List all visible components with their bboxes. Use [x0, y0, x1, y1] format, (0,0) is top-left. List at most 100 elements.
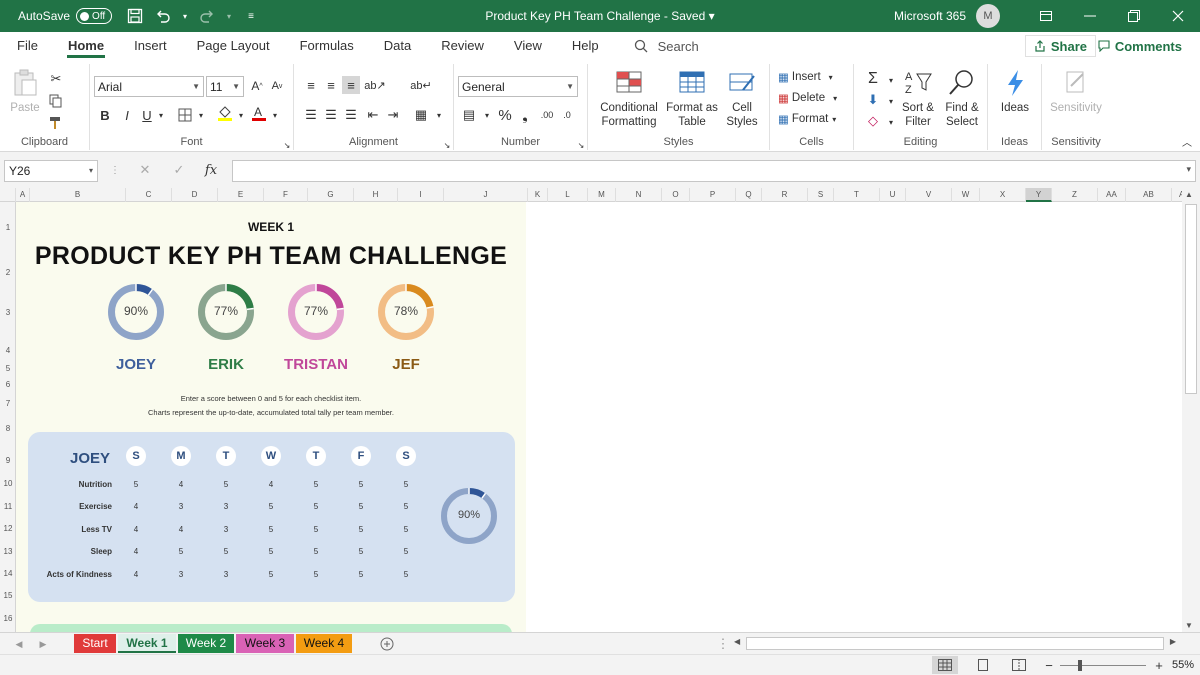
column-header-k[interactable]: K	[528, 188, 548, 202]
orientation-icon[interactable]: ab↗	[364, 76, 385, 94]
worksheet-grid[interactable]: WEEK 1 PRODUCT KEY PH TEAM CHALLENGE 90%…	[16, 202, 1182, 632]
zoom-level[interactable]: 55%	[1172, 659, 1194, 671]
score-cell[interactable]: 4	[126, 502, 146, 511]
row-header-16[interactable]: 16	[0, 614, 16, 623]
prev-sheet-icon[interactable]: ◀	[10, 635, 28, 653]
column-header-i[interactable]: I	[398, 188, 444, 202]
merge-center-icon[interactable]: ▦	[412, 106, 430, 124]
add-sheet-icon[interactable]	[378, 635, 396, 653]
format-as-table-button[interactable]: Format as Table	[664, 68, 720, 129]
font-color-dropdown-icon[interactable]: ▾	[266, 106, 284, 124]
tab-data[interactable]: Data	[369, 32, 426, 60]
score-cell[interactable]: 3	[171, 502, 191, 511]
h-scroll-thumb[interactable]	[746, 637, 1164, 650]
score-cell[interactable]: 5	[261, 547, 281, 556]
row-header-3[interactable]: 3	[0, 308, 16, 317]
save-icon[interactable]	[124, 5, 146, 27]
merge-dropdown-icon[interactable]: ▾	[430, 106, 448, 124]
select-all-corner[interactable]	[0, 188, 16, 202]
accounting-dropdown-icon[interactable]: ▾	[478, 106, 496, 124]
score-cell[interactable]: 3	[171, 570, 191, 579]
row-header-15[interactable]: 15	[0, 591, 16, 600]
score-cell[interactable]: 3	[216, 502, 236, 511]
horizontal-scrollbar[interactable]: ◀ ▶	[730, 635, 1180, 652]
restore-icon[interactable]	[1112, 0, 1156, 32]
scroll-down-icon[interactable]: ▼	[1185, 621, 1193, 630]
column-header-p[interactable]: P	[690, 188, 736, 202]
column-header-e[interactable]: E	[218, 188, 264, 202]
sheet-tab-week-3[interactable]: Week 3	[236, 634, 294, 653]
sheet-tab-week-4[interactable]: Week 4	[296, 634, 352, 653]
decrease-decimal-icon[interactable]: .0	[558, 106, 576, 124]
cut-icon[interactable]: ✂	[47, 70, 65, 88]
tab-view[interactable]: View	[499, 32, 557, 60]
fill-color-dropdown-icon[interactable]: ▾	[232, 106, 250, 124]
sort-filter-button[interactable]: AZ Sort & Filter	[898, 68, 938, 129]
insert-cells-button[interactable]: ▦ Insert ▾	[778, 70, 833, 84]
borders-dropdown-icon[interactable]: ▾	[192, 106, 210, 124]
collapse-ribbon-icon[interactable]: ︿	[1178, 132, 1196, 150]
align-top-icon[interactable]: ≡	[302, 76, 320, 94]
column-header-g[interactable]: G	[308, 188, 354, 202]
align-center-icon[interactable]: ☰	[322, 106, 340, 124]
column-header-y[interactable]: Y	[1026, 188, 1052, 202]
score-cell[interactable]: 5	[216, 480, 236, 489]
align-left-icon[interactable]: ☰	[302, 106, 320, 124]
zoom-in-icon[interactable]: +	[1150, 656, 1168, 674]
redo-icon[interactable]	[196, 5, 218, 27]
tab-review[interactable]: Review	[426, 32, 499, 60]
align-right-icon[interactable]: ☰	[342, 106, 360, 124]
scroll-right-icon[interactable]: ▶	[1170, 637, 1176, 646]
column-header-aa[interactable]: AA	[1098, 188, 1126, 202]
conditional-formatting-button[interactable]: Conditional Formatting	[596, 68, 662, 129]
customize-toolbar-icon[interactable]: ≡	[240, 5, 262, 27]
paste-button[interactable]: Paste	[8, 68, 42, 115]
column-header-f[interactable]: F	[264, 188, 308, 202]
column-header-w[interactable]: W	[952, 188, 980, 202]
column-header-v[interactable]: V	[906, 188, 952, 202]
increase-decimal-icon[interactable]: .00	[538, 106, 556, 124]
scroll-thumb[interactable]	[1185, 204, 1197, 394]
tab-formulas[interactable]: Formulas	[285, 32, 369, 60]
copy-icon[interactable]	[47, 92, 65, 110]
formula-bar-options-icon[interactable]: ⋮	[106, 161, 124, 179]
confirm-entry-icon[interactable]: ✓	[170, 161, 188, 179]
vertical-scrollbar[interactable]: ▲ ▼	[1182, 188, 1200, 632]
score-cell[interactable]: 5	[216, 547, 236, 556]
delete-cells-button[interactable]: ▦ Delete ▾	[778, 91, 837, 105]
column-header-n[interactable]: N	[616, 188, 662, 202]
column-header-z[interactable]: Z	[1052, 188, 1098, 202]
comma-style-icon[interactable]: ❟	[516, 106, 534, 124]
row-header-5[interactable]: 5	[0, 364, 16, 373]
column-header-t[interactable]: T	[834, 188, 880, 202]
column-header-h[interactable]: H	[354, 188, 398, 202]
sheet-tab-week-2[interactable]: Week 2	[178, 634, 234, 653]
row-header-8[interactable]: 8	[0, 424, 16, 433]
bold-icon[interactable]: B	[96, 106, 114, 124]
undo-dropdown-icon[interactable]: ▾	[180, 5, 190, 27]
page-break-view-icon[interactable]	[1010, 656, 1028, 674]
clear-icon[interactable]: ◇	[864, 112, 882, 130]
row-header-2[interactable]: 2	[0, 268, 16, 277]
row-header-1[interactable]: 1	[0, 223, 16, 232]
score-cell[interactable]: 5	[306, 480, 326, 489]
close-icon[interactable]	[1156, 0, 1200, 32]
scroll-up-icon[interactable]: ▲	[1185, 190, 1193, 199]
zoom-slider-thumb[interactable]	[1078, 660, 1082, 671]
row-header-13[interactable]: 13	[0, 547, 16, 556]
fill-icon[interactable]: ⬇	[864, 91, 882, 109]
score-cell[interactable]: 5	[396, 525, 416, 534]
column-header-c[interactable]: C	[126, 188, 172, 202]
number-format-select[interactable]: General ▼	[458, 76, 578, 97]
row-header-10[interactable]: 10	[0, 479, 16, 488]
score-cell[interactable]: 5	[351, 547, 371, 556]
score-cell[interactable]: 5	[396, 570, 416, 579]
score-cell[interactable]: 5	[261, 570, 281, 579]
zoom-slider[interactable]	[1060, 660, 1146, 671]
column-header-o[interactable]: O	[662, 188, 690, 202]
autosave-toggle[interactable]: Off	[76, 8, 113, 24]
accounting-format-icon[interactable]: ▤	[460, 106, 478, 124]
normal-view-icon[interactable]	[932, 656, 958, 674]
underline-dropdown-icon[interactable]: ▾	[152, 106, 170, 124]
name-box[interactable]: Y26 ▾	[4, 160, 98, 182]
